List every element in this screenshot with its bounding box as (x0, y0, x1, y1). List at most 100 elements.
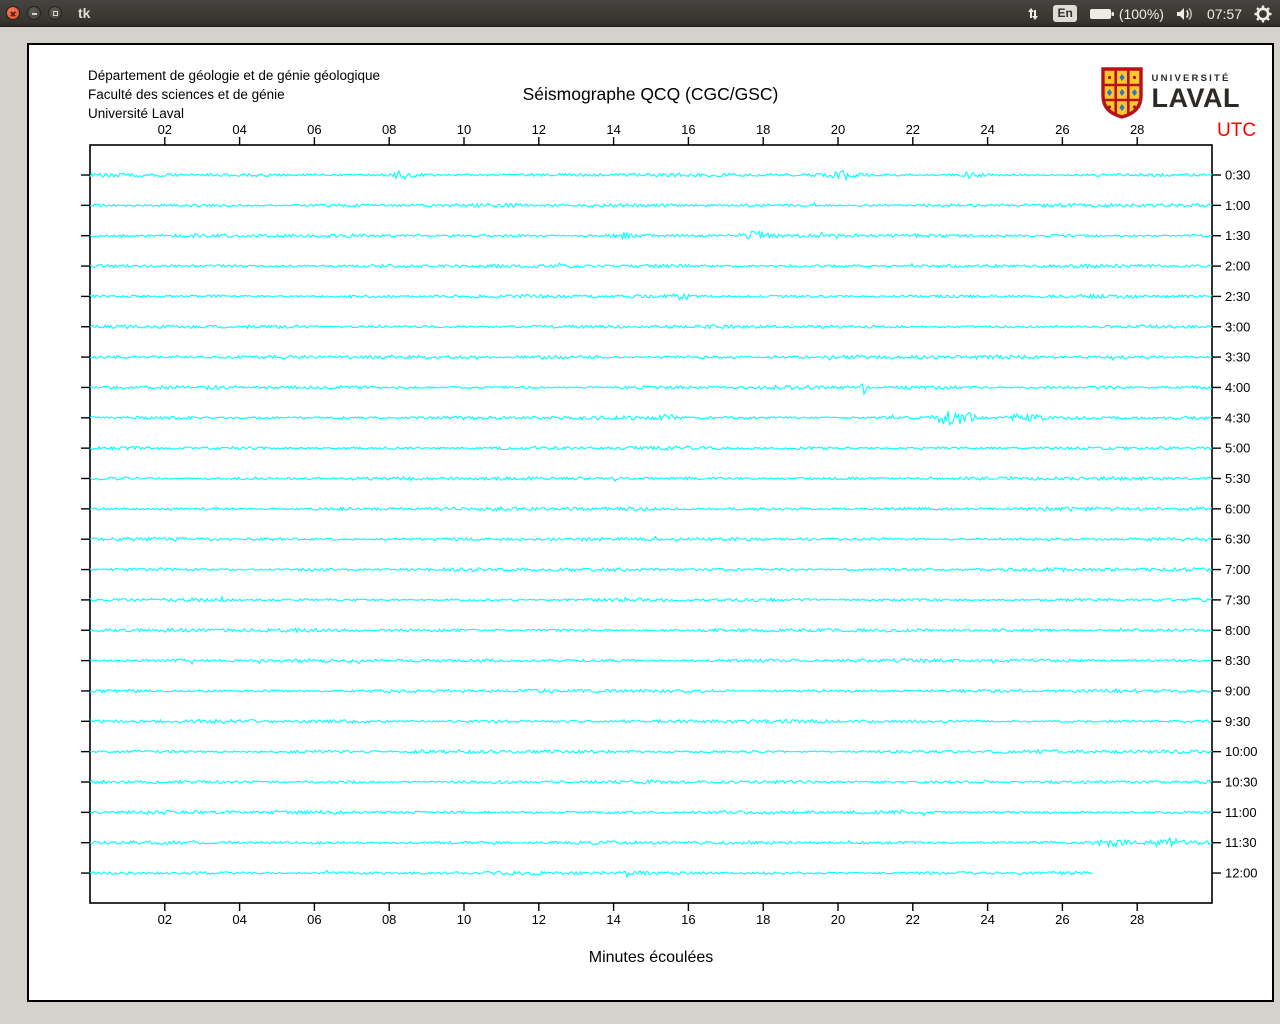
seismo-trace (89, 475, 1213, 482)
seismo-trace (89, 778, 1213, 785)
trace-time-label: 10:00 (1225, 744, 1258, 759)
seismo-trace (89, 566, 1213, 573)
trace-time-label: 6:00 (1225, 501, 1250, 516)
window-controls (6, 6, 62, 20)
x-tick-label-bottom: 08 (382, 912, 396, 927)
x-tick-label-top: 12 (532, 122, 546, 137)
trace-time-label: 5:00 (1225, 441, 1250, 456)
x-tick-label-bottom: 26 (1055, 912, 1069, 927)
seismo-trace (89, 627, 1213, 634)
x-tick-label-top: 14 (606, 122, 620, 137)
plot-border (89, 144, 1213, 904)
seismo-trace (89, 410, 1213, 427)
x-tick-label-top: 08 (382, 122, 396, 137)
x-tick-label-top: 04 (232, 122, 246, 137)
x-tick-label-bottom: 02 (158, 912, 172, 927)
trace-time-label: 4:00 (1225, 380, 1250, 395)
trace-time-label: 7:00 (1225, 562, 1250, 577)
seismograph-plot: 02 02 04 04 06 06 08 08 10 10 12 12 14 14 16 16 18 18 20 20… (81, 120, 1258, 966)
trace-time-label: 1:30 (1225, 228, 1250, 243)
battery-indicator[interactable]: (100%) (1089, 6, 1164, 22)
system-top-bar: tk En (100%) 07:57 (0, 0, 1280, 27)
seismo-trace (89, 595, 1213, 604)
trace-time-label: 8:00 (1225, 623, 1250, 638)
seismo-trace (89, 169, 1213, 182)
x-tick-label-bottom: 06 (307, 912, 321, 927)
maximize-button[interactable] (48, 6, 62, 20)
x-tick-label-bottom: 12 (532, 912, 546, 927)
trace-time-label: 3:30 (1225, 350, 1250, 365)
trace-time-label: 4:30 (1225, 410, 1250, 425)
seismo-trace (89, 383, 1213, 396)
trace-time-label: 12:00 (1225, 866, 1258, 881)
x-tick-label-top: 28 (1130, 122, 1144, 137)
x-tick-label-top: 02 (158, 122, 172, 137)
seismo-trace (89, 687, 1213, 694)
x-tick-label-top: 06 (307, 122, 321, 137)
updown-arrows-icon[interactable] (1023, 5, 1041, 23)
trace-time-label: 3:00 (1225, 319, 1250, 334)
window-title: tk (78, 5, 91, 21)
seismo-trace (89, 657, 1212, 666)
seismo-trace (89, 229, 1213, 241)
x-tick-label-bottom: 24 (980, 912, 994, 927)
seismo-trace (89, 262, 1213, 270)
trace-time-label: 9:30 (1225, 714, 1250, 729)
close-button[interactable] (6, 6, 20, 20)
x-tick-label-bottom: 04 (232, 912, 246, 927)
maximize-icon (52, 10, 58, 16)
volume-icon[interactable] (1176, 6, 1195, 22)
x-tick-label-top: 10 (457, 122, 471, 137)
logo-text-laval: LAVAL (1151, 82, 1240, 113)
laval-shield-icon (1100, 67, 1143, 119)
x-tick-label-bottom: 16 (681, 912, 695, 927)
minimize-icon (31, 13, 37, 15)
app-canvas: Département de géologie et de génie géol… (27, 43, 1274, 1002)
institution-line-1: Département de géologie et de génie géol… (88, 68, 380, 83)
seismo-trace (89, 718, 1212, 725)
x-tick-label-bottom: 10 (457, 912, 471, 927)
trace-time-label: 7:30 (1225, 592, 1250, 607)
x-tick-label-top: 16 (681, 122, 695, 137)
universite-laval-logo: UNIVERSITÉ LAVAL (1100, 67, 1240, 119)
keyboard-layout-indicator[interactable]: En (1053, 5, 1077, 22)
x-tick-label-top: 24 (980, 122, 994, 137)
trace-time-label: 0:30 (1225, 168, 1250, 183)
system-tray: En (100%) 07:57 (1023, 0, 1272, 27)
x-tick-label-bottom: 22 (906, 912, 920, 927)
trace-time-label: 10:30 (1225, 775, 1258, 790)
seismo-trace (89, 869, 1093, 879)
trace-time-label: 8:30 (1225, 653, 1250, 668)
clock[interactable]: 07:57 (1207, 6, 1242, 22)
trace-time-label: 1:00 (1225, 198, 1250, 213)
seismo-trace (89, 201, 1213, 209)
utc-axis-label: UTC (1217, 120, 1256, 141)
x-tick-label-bottom: 14 (606, 912, 620, 927)
seismo-trace (90, 809, 1213, 817)
trace-time-label: 6:30 (1225, 532, 1250, 547)
battery-icon (1089, 8, 1114, 19)
trace-time-label: 11:00 (1225, 805, 1257, 820)
minimize-button[interactable] (27, 6, 41, 20)
battery-percent-label: (100%) (1118, 5, 1164, 22)
seismo-trace (89, 354, 1213, 362)
seismo-trace (89, 505, 1213, 512)
seismo-trace (89, 535, 1213, 543)
trace-time-label: 11:30 (1225, 835, 1257, 850)
x-tick-label-top: 22 (906, 122, 920, 137)
trace-time-label: 5:30 (1225, 471, 1250, 486)
seismo-trace (89, 748, 1213, 755)
x-tick-label-top: 26 (1055, 122, 1069, 137)
x-tick-label-bottom: 28 (1130, 912, 1144, 927)
x-axis-title: Minutes écoulées (589, 949, 714, 966)
seismo-trace (89, 445, 1213, 452)
seismo-trace (89, 292, 1213, 301)
trace-time-label: 2:00 (1225, 259, 1250, 274)
x-tick-label-bottom: 20 (831, 912, 845, 927)
institution-line-3: Université Laval (88, 106, 185, 121)
seismo-trace (89, 323, 1213, 330)
trace-time-label: 9:00 (1225, 683, 1250, 698)
x-tick-label-bottom: 18 (756, 912, 770, 927)
x-tick-label-top: 18 (756, 122, 770, 137)
session-gear-icon[interactable] (1254, 5, 1272, 23)
